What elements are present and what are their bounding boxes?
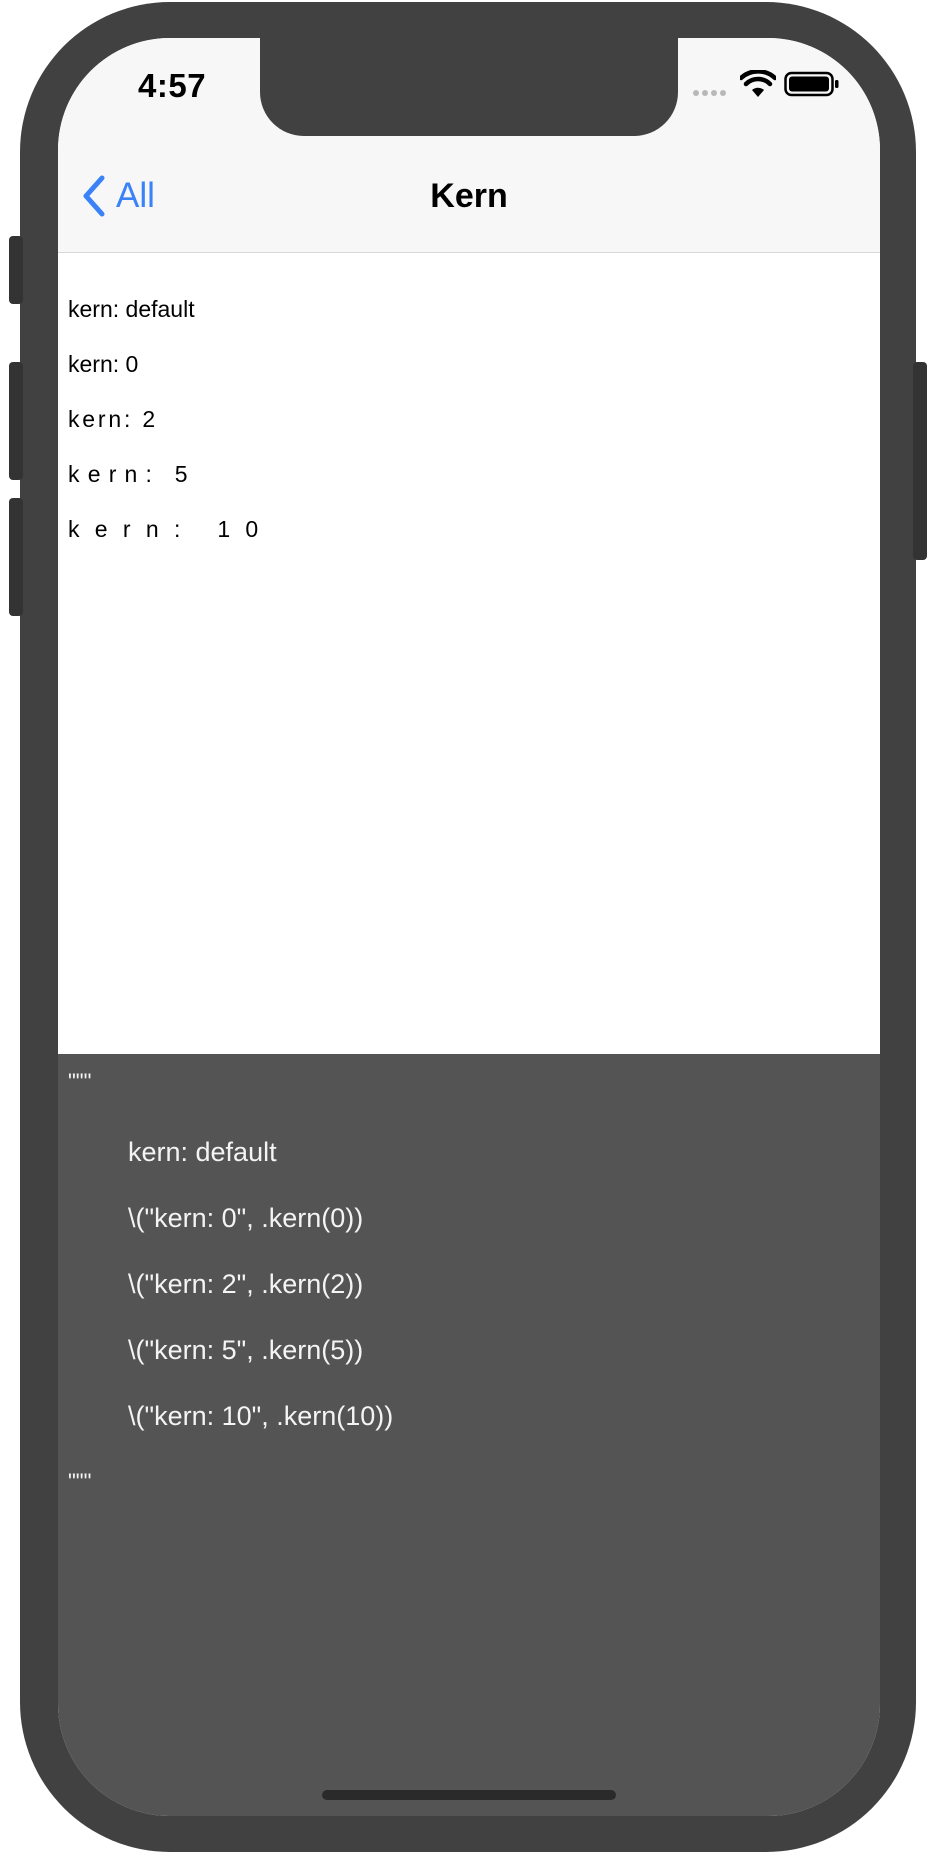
code-close-quotes: """ xyxy=(68,1469,92,1494)
kern-sample-default: kern: default xyxy=(68,296,195,322)
screen: 4:57 All Kern kern: default kern: 0 kern… xyxy=(58,38,880,1816)
power-button xyxy=(913,362,927,560)
display-notch xyxy=(260,38,678,136)
volume-down-button xyxy=(9,498,23,616)
code-line: \("kern: 5", .kern(5)) xyxy=(128,1335,364,1365)
code-line: kern: default xyxy=(128,1137,277,1167)
wifi-icon xyxy=(740,70,776,97)
side-action-button xyxy=(9,236,23,304)
kern-sample-0: kern: 0 xyxy=(68,351,139,377)
code-line: \("kern: 0", .kern(0)) xyxy=(128,1203,364,1233)
kern-sample-10: kern: 10 xyxy=(68,516,274,542)
kern-sample-5: kern: 5 xyxy=(68,461,196,487)
source-code-panel: """ kern: default \("kern: 0", .kern(0))… xyxy=(58,1054,880,1816)
code-line: \("kern: 2", .kern(2)) xyxy=(128,1269,364,1299)
volume-up-button xyxy=(9,362,23,480)
cellular-signal-icon xyxy=(693,90,726,96)
code-open-quotes: """ xyxy=(68,1069,92,1094)
battery-icon xyxy=(784,71,839,97)
navigation-bar: All Kern xyxy=(58,138,880,253)
kern-samples-view: kern: default kern: 0 kern: 2 kern: 5 ke… xyxy=(58,253,880,1053)
status-time: 4:57 xyxy=(138,67,207,104)
kern-sample-2: kern: 2 xyxy=(68,406,158,432)
home-indicator[interactable] xyxy=(322,1790,616,1800)
page-title: Kern xyxy=(430,177,508,215)
code-line: \("kern: 10", .kern(10)) xyxy=(128,1401,394,1431)
